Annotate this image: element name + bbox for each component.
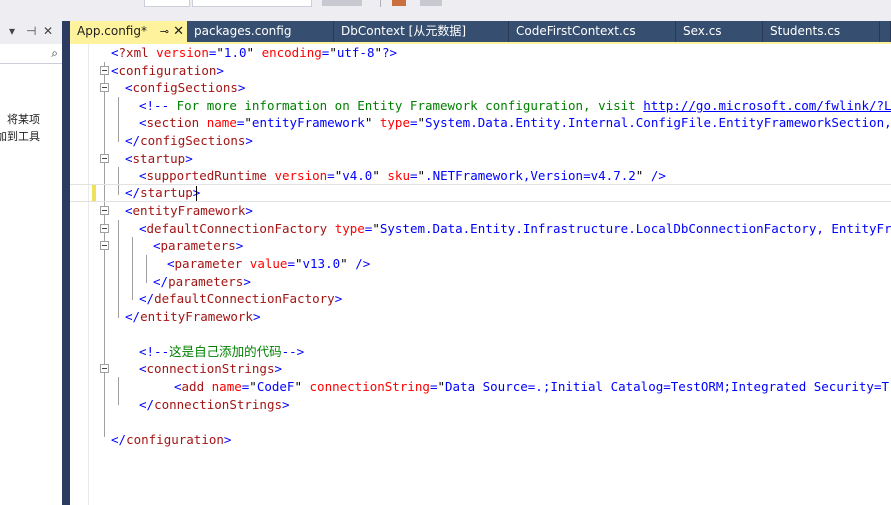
code-line[interactable]: </configuration> bbox=[70, 431, 891, 449]
toolbox-header: ▾ ⊣ ✕ bbox=[0, 21, 62, 44]
fold-toggle[interactable] bbox=[100, 241, 109, 250]
tab-label: packages.config bbox=[194, 24, 292, 38]
code-line[interactable]: <?xml version="1.0" encoding="utf-8"?> bbox=[70, 44, 891, 62]
close-icon[interactable]: ✕ bbox=[43, 24, 53, 38]
toolbox-help-text: 。将某项 加到工具 bbox=[0, 111, 62, 145]
toolbox-panel: ▾ ⊣ ✕ ⌕ 。将某项 加到工具 bbox=[0, 21, 62, 505]
fold-toggle[interactable] bbox=[100, 83, 109, 92]
code-line[interactable]: </entityFramework> bbox=[70, 308, 891, 326]
code-line-empty[interactable] bbox=[70, 413, 891, 431]
tab-packages-config[interactable]: packages.config bbox=[187, 21, 334, 42]
close-icon[interactable]: ✕ bbox=[173, 21, 184, 42]
code-line[interactable]: <!-- For more information on Entity Fram… bbox=[70, 97, 891, 115]
help-line-2: 加到工具 bbox=[0, 130, 40, 143]
toolbar-combo-left[interactable] bbox=[144, 0, 190, 7]
comment-link[interactable]: http://go.microsoft.com/fwlink/?LinkID bbox=[643, 98, 891, 113]
toolbar-layout-icon[interactable] bbox=[420, 0, 442, 6]
search-icon[interactable]: ⌕ bbox=[51, 46, 58, 61]
chevron-down-icon[interactable]: ▾ bbox=[9, 24, 15, 38]
toolbox-search-input[interactable]: ⌕ bbox=[0, 44, 62, 64]
code-line[interactable]: </configSections> bbox=[70, 132, 891, 150]
tab-students[interactable]: Students.cs bbox=[763, 21, 880, 42]
code-line-empty[interactable] bbox=[70, 325, 891, 343]
tab-dbcontext[interactable]: DbContext [从元数据] bbox=[334, 21, 509, 42]
code-line[interactable]: <parameters> bbox=[70, 237, 891, 255]
toolbar-combo-middle[interactable] bbox=[192, 0, 312, 7]
pin-icon[interactable]: ⊣ bbox=[26, 24, 36, 38]
toolbar-run-icon[interactable] bbox=[322, 0, 362, 6]
tab-codefirstcontext[interactable]: CodeFirstContext.cs bbox=[509, 21, 676, 42]
code-line[interactable]: <configSections> bbox=[70, 79, 891, 97]
fold-toggle[interactable] bbox=[100, 154, 109, 163]
code-line[interactable]: <configuration> bbox=[70, 62, 891, 80]
toolbar-tool-icon[interactable] bbox=[392, 0, 406, 6]
tab-sex[interactable]: Sex.cs bbox=[676, 21, 763, 42]
tab-label: Sex.cs bbox=[683, 24, 722, 38]
code-line[interactable]: <supportedRuntime version="v4.0" sku=".N… bbox=[70, 167, 891, 185]
tab-label: DbContext [从元数据] bbox=[341, 24, 467, 38]
code-line[interactable]: <!--这是自己添加的代码--> bbox=[70, 343, 891, 361]
code-editor[interactable]: <?xml version="1.0" encoding="utf-8"?> <… bbox=[70, 44, 891, 505]
fold-toggle[interactable] bbox=[100, 206, 109, 215]
code-line[interactable]: <defaultConnectionFactory type="System.D… bbox=[70, 220, 891, 238]
tab-label: Students.cs bbox=[770, 24, 841, 38]
code-line[interactable]: </parameters> bbox=[70, 273, 891, 291]
toolbar-separator bbox=[380, 0, 381, 7]
code-line[interactable]: </connectionStrings> bbox=[70, 396, 891, 414]
code-line-current[interactable]: </startup> bbox=[70, 184, 891, 202]
code-line[interactable]: </defaultConnectionFactory> bbox=[70, 290, 891, 308]
code-line[interactable]: <section name="entityFramework" type="Sy… bbox=[70, 114, 891, 132]
panel-splitter[interactable] bbox=[62, 21, 70, 505]
document-tab-bar: App.config* ⊸ ✕ packages.config DbContex… bbox=[70, 21, 891, 42]
code-line[interactable]: <entityFramework> bbox=[70, 202, 891, 220]
tab-app-config[interactable]: App.config* ⊸ ✕ bbox=[70, 21, 190, 42]
tab-label: CodeFirstContext.cs bbox=[516, 24, 636, 38]
tab-label: App.config* bbox=[77, 24, 147, 38]
toolbar-strip bbox=[0, 0, 891, 21]
code-line[interactable]: <add name="CodeF" connectionString="Data… bbox=[70, 378, 891, 396]
fold-toggle[interactable] bbox=[100, 364, 109, 373]
code-line[interactable]: <connectionStrings> bbox=[70, 360, 891, 378]
tab-overflow[interactable] bbox=[880, 21, 891, 42]
fold-toggle[interactable] bbox=[100, 224, 109, 233]
code-line[interactable]: <parameter value="v13.0" /> bbox=[70, 255, 891, 273]
text-caret bbox=[196, 186, 197, 201]
fold-toggle[interactable] bbox=[100, 66, 109, 75]
help-line-1: 。将某项 bbox=[0, 113, 40, 126]
code-line[interactable]: <startup> bbox=[70, 150, 891, 168]
pin-icon[interactable]: ⊸ bbox=[160, 21, 169, 42]
